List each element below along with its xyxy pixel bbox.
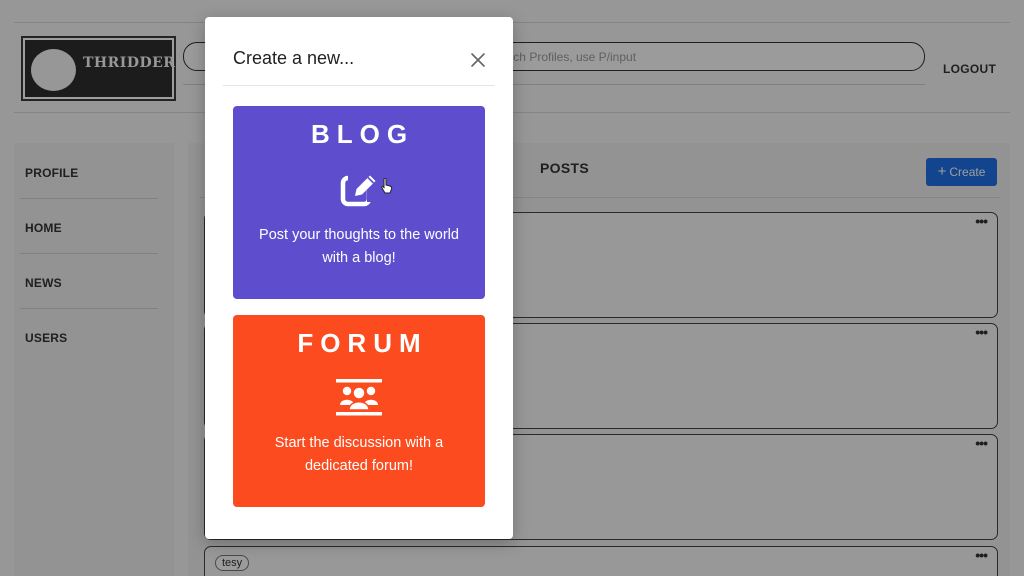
modal-divider xyxy=(223,85,495,86)
modal-title: Create a new... xyxy=(233,48,355,68)
forum-option-description: Start the discussion with a dedicated fo… xyxy=(274,435,444,474)
edit-icon xyxy=(340,170,378,207)
create-modal: Create a new... BLOG Post your thoughts … xyxy=(205,17,513,539)
group-icon xyxy=(336,379,382,416)
close-icon[interactable] xyxy=(468,50,488,70)
blog-option-description: Post your thoughts to the world with a b… xyxy=(259,227,459,266)
forum-option-card[interactable]: FORUM Start the discussion with a dedica… xyxy=(233,315,485,507)
pointer-cursor-icon xyxy=(381,178,393,194)
blog-option-heading: BLOG xyxy=(310,119,415,149)
blog-option-card[interactable]: BLOG Post your thoughts to the world wit… xyxy=(233,106,485,299)
forum-option-heading: FORUM xyxy=(297,328,428,358)
